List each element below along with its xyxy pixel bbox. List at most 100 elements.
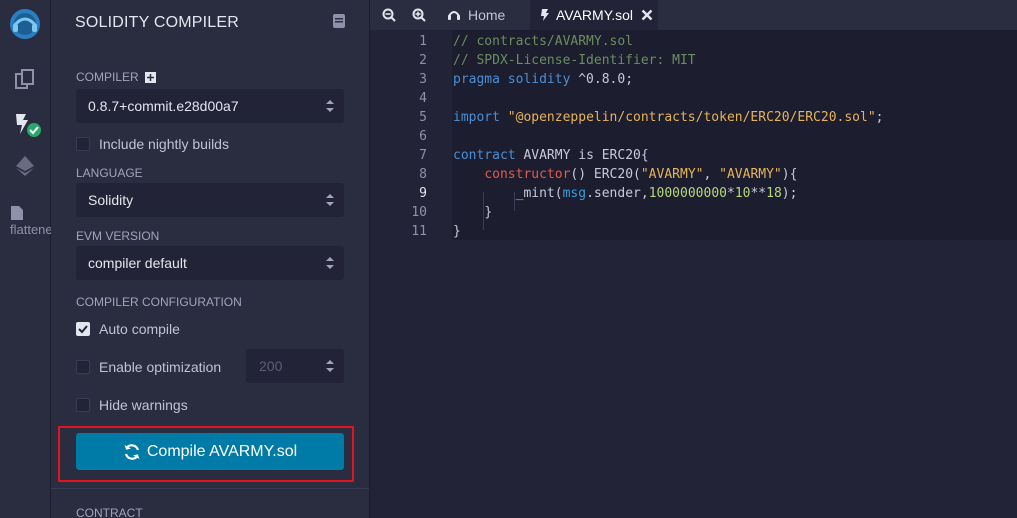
code-editor[interactable]: 1 2 3 4 5 6 7 8 9 10 11 // contracts/AVA… xyxy=(370,30,1017,518)
stepper-arrows-icon[interactable] xyxy=(326,359,334,373)
auto-compile-option[interactable]: Auto compile xyxy=(76,321,180,337)
section-divider xyxy=(51,488,369,489)
line-number-active: 9 xyxy=(419,186,427,201)
code-text: ){ xyxy=(781,167,798,182)
optimization-label: Enable optimization xyxy=(99,359,222,375)
zoom-out-icon[interactable] xyxy=(382,8,396,22)
keyword: contract xyxy=(453,148,516,163)
code-line-7: contract AVARMY is ERC20{ xyxy=(453,146,649,165)
remix-logo-icon[interactable] xyxy=(0,6,50,42)
line-number: 11 xyxy=(411,224,427,239)
solidity-file-icon xyxy=(541,9,549,21)
code-line-5: import "@openzeppelin/contracts/token/ER… xyxy=(453,108,883,127)
optimization-runs-value: 200 xyxy=(259,358,283,374)
code-text: ^0.8.0; xyxy=(570,72,634,87)
line-number: 3 xyxy=(419,72,427,87)
hide-warnings-checkbox[interactable] xyxy=(76,398,90,412)
string-literal: "AVARMY" xyxy=(719,167,782,182)
auto-compile-label: Auto compile xyxy=(99,321,180,337)
line-number: 1 xyxy=(419,34,427,49)
code-line-9: _mint(msg.sender,1000000000*10**18); xyxy=(453,184,798,203)
code-text: ); xyxy=(781,186,798,201)
optimization-checkbox[interactable] xyxy=(76,360,90,374)
file-explorer-icon[interactable] xyxy=(0,68,50,90)
checkmark-icon xyxy=(78,325,88,334)
documentation-icon[interactable] xyxy=(333,14,345,28)
contract-label: CONTRACT xyxy=(76,506,143,518)
tab-file-label: AVARMY.sol xyxy=(556,7,634,23)
compile-button[interactable]: Compile AVARMY.sol xyxy=(76,433,344,470)
line-number: 10 xyxy=(411,205,427,220)
code-line-10: } xyxy=(453,203,492,222)
string-literal: "@openzeppelin/contracts/token/ERC20/ERC… xyxy=(507,110,876,125)
close-icon[interactable] xyxy=(641,9,653,21)
panel-title: SOLIDITY COMPILER xyxy=(75,14,240,31)
line-number: 6 xyxy=(419,129,427,144)
number-literal: 1000000000 xyxy=(648,186,727,201)
evm-version-select[interactable]: compiler default xyxy=(76,246,344,280)
line-number: 2 xyxy=(419,53,427,68)
line-number: 5 xyxy=(419,110,427,125)
add-compiler-icon[interactable] xyxy=(144,71,156,83)
solidity-compiler-icon[interactable] xyxy=(0,110,50,140)
refresh-icon xyxy=(124,443,140,460)
nightly-builds-label: Include nightly builds xyxy=(99,136,229,152)
code-line-8: constructor() ERC20("AVARMY", "AVARMY"){ xyxy=(453,165,797,184)
code-text: ** xyxy=(750,186,767,201)
compile-button-label: Compile AVARMY.sol xyxy=(146,442,298,460)
editor-tabs-bar: Home AVARMY.sol xyxy=(370,0,1017,30)
icon-panel: flattene xyxy=(0,0,53,518)
select-arrows-icon xyxy=(326,100,334,112)
code-line-2: // SPDX-License-Identifier: MIT xyxy=(453,53,696,68)
select-arrows-icon xyxy=(326,257,334,269)
flattener-label: flattene xyxy=(10,222,53,237)
line-number: 7 xyxy=(419,148,427,163)
code-text: ; xyxy=(875,110,884,125)
compiler-configuration-label: COMPILER CONFIGURATION xyxy=(76,295,242,309)
code-text: } xyxy=(484,205,493,220)
code-text: .sender, xyxy=(586,186,649,201)
line-number: 8 xyxy=(419,167,427,182)
string-literal: "AVARMY" xyxy=(640,167,704,182)
flattener-icon xyxy=(11,206,23,220)
keyword: import xyxy=(453,110,500,125)
compiler-version-value: 0.8.7+commit.e28d00a7 xyxy=(88,98,239,114)
compiler-version-select[interactable]: 0.8.7+commit.e28d00a7 xyxy=(76,89,344,123)
tab-avarmy-sol[interactable]: AVARMY.sol xyxy=(530,0,658,30)
language-label: LANGUAGE xyxy=(76,166,143,180)
number-literal: 10 xyxy=(734,186,751,201)
nightly-builds-option[interactable]: Include nightly builds xyxy=(76,136,229,152)
evm-version-value: compiler default xyxy=(88,255,187,271)
code-line-1: // contracts/AVARMY.sol xyxy=(453,34,634,49)
language-select[interactable]: Solidity xyxy=(76,183,344,217)
code-text: _mint( xyxy=(515,186,563,201)
compiler-panel: SOLIDITY COMPILER COMPILER 0.8.7+commit.… xyxy=(51,0,370,518)
tab-home-label: Home xyxy=(468,7,506,23)
deploy-run-icon[interactable] xyxy=(0,155,50,177)
code-text: AVARMY is ERC20{ xyxy=(515,148,649,163)
nightly-builds-checkbox[interactable] xyxy=(76,137,90,151)
evm-version-label: EVM VERSION xyxy=(76,229,160,243)
hide-warnings-option[interactable]: Hide warnings xyxy=(76,397,188,413)
keyword: pragma solidity xyxy=(453,72,571,87)
msg-keyword: msg xyxy=(562,186,587,201)
tab-home[interactable]: Home xyxy=(446,0,528,30)
line-number: 4 xyxy=(419,91,427,106)
zoom-in-icon[interactable] xyxy=(412,8,426,22)
optimization-runs-input[interactable]: 200 xyxy=(246,349,344,383)
auto-compile-checkbox[interactable] xyxy=(76,322,90,336)
code-text: () ERC20( xyxy=(570,167,641,182)
code-text: , xyxy=(703,167,720,182)
compiler-label-row: COMPILER xyxy=(76,70,156,84)
number-literal: 18 xyxy=(766,186,782,201)
code-line-3: pragma solidity ^0.8.0; xyxy=(453,70,633,89)
select-arrows-icon xyxy=(326,194,334,206)
compiler-label: COMPILER xyxy=(76,70,139,84)
function-keyword: constructor xyxy=(484,167,571,182)
remix-home-icon xyxy=(448,11,460,20)
code-line-11: } xyxy=(453,224,461,239)
code-text: * xyxy=(726,186,735,201)
optimization-option[interactable]: Enable optimization xyxy=(76,359,221,375)
language-value: Solidity xyxy=(88,192,134,208)
hide-warnings-label: Hide warnings xyxy=(99,397,188,413)
